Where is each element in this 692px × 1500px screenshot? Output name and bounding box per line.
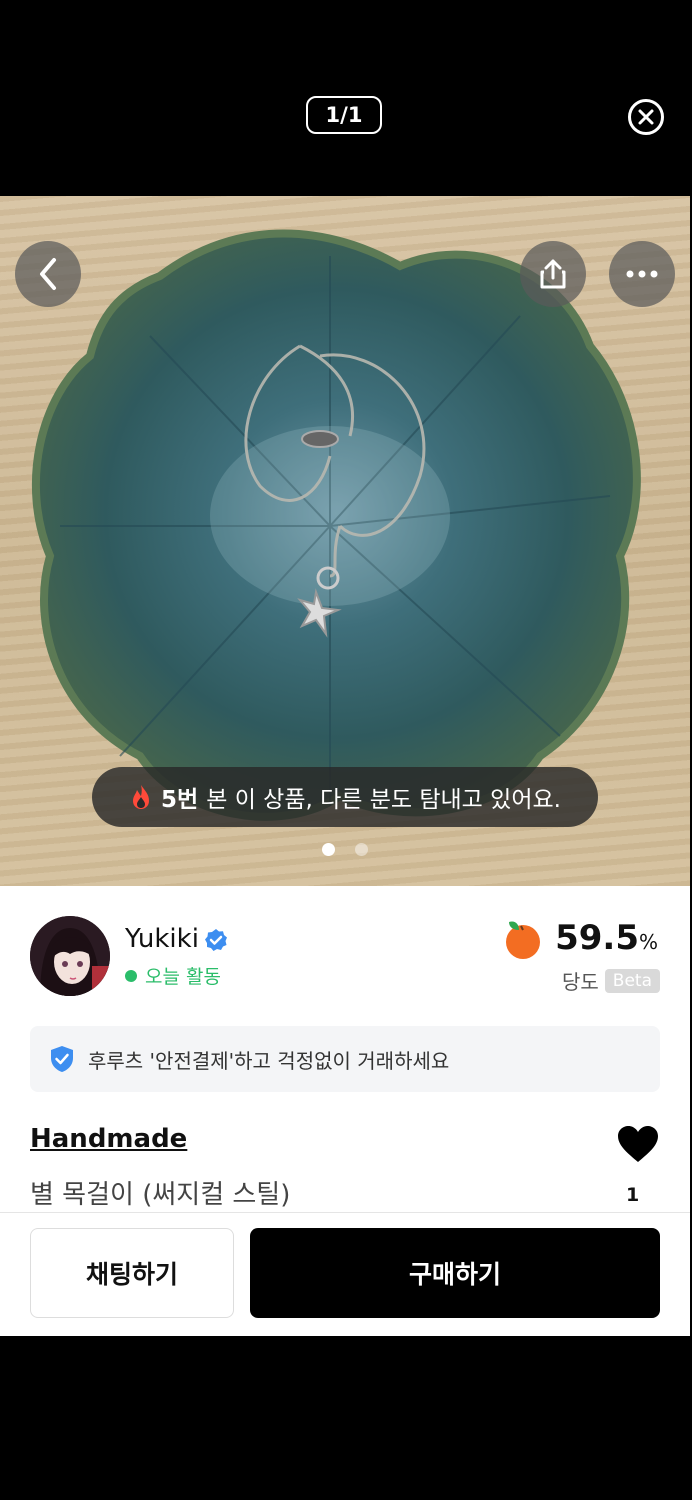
sweetness-label-row: 당도 Beta (562, 966, 660, 995)
online-dot-icon (125, 969, 137, 982)
viewer-header: 1/1 (0, 0, 692, 196)
page-dot (355, 843, 368, 856)
score-value: 59.5 (555, 918, 639, 958)
sweetness-score: 59.5% (499, 916, 658, 960)
beta-badge: Beta (604, 968, 660, 993)
buy-button[interactable]: 구매하기 (250, 1228, 660, 1318)
product-category[interactable]: Handmade (30, 1124, 187, 1154)
avatar[interactable] (30, 916, 110, 996)
close-button[interactable] (628, 99, 664, 135)
fire-icon (133, 785, 150, 809)
share-button[interactable] (520, 241, 586, 307)
like-heart-icon[interactable] (616, 1124, 660, 1164)
more-options-button[interactable] (609, 241, 675, 307)
image-counter: 1/1 (306, 96, 382, 134)
peach-icon (506, 921, 541, 959)
activity-status: 오늘 활동 (125, 962, 221, 989)
divider (0, 1212, 690, 1213)
score-unit: % (638, 930, 658, 954)
interest-toast: 5번 본 이 상품, 다른 분도 탐내고 있어요. (92, 767, 598, 827)
toast-text: 본 이 상품, 다른 분도 탐내고 있어요. (206, 787, 561, 813)
like-count: 1 (626, 1184, 640, 1206)
safe-payment-banner[interactable]: 후루츠 '안전결제'하고 걱정없이 거래하세요 (30, 1026, 660, 1092)
toast-highlight: 5번 (161, 787, 199, 813)
page-dot-active (322, 843, 335, 856)
seller-name[interactable]: Yukiki (125, 924, 199, 954)
sweetness-label: 당도 (561, 970, 599, 994)
close-icon (638, 109, 654, 125)
verified-badge-icon (205, 929, 227, 951)
back-button[interactable] (15, 241, 81, 307)
share-icon (540, 259, 566, 289)
product-title: 별 목걸이 (써지컬 스틸) (30, 1180, 291, 1210)
activity-status-label: 오늘 활동 (145, 966, 221, 988)
chat-button[interactable]: 채팅하기 (30, 1228, 234, 1318)
safe-payment-text: 후루츠 '안전결제'하고 걱정없이 거래하세요 (88, 1048, 450, 1073)
product-info-panel: Yukiki 오늘 활동 59.5% 당도 Beta 후루츠 '안전결제'하고 … (0, 886, 690, 1336)
more-dots-icon (626, 270, 658, 278)
chevron-left-icon (40, 258, 56, 290)
avatar-image (30, 916, 110, 996)
shield-check-icon (51, 1046, 73, 1072)
